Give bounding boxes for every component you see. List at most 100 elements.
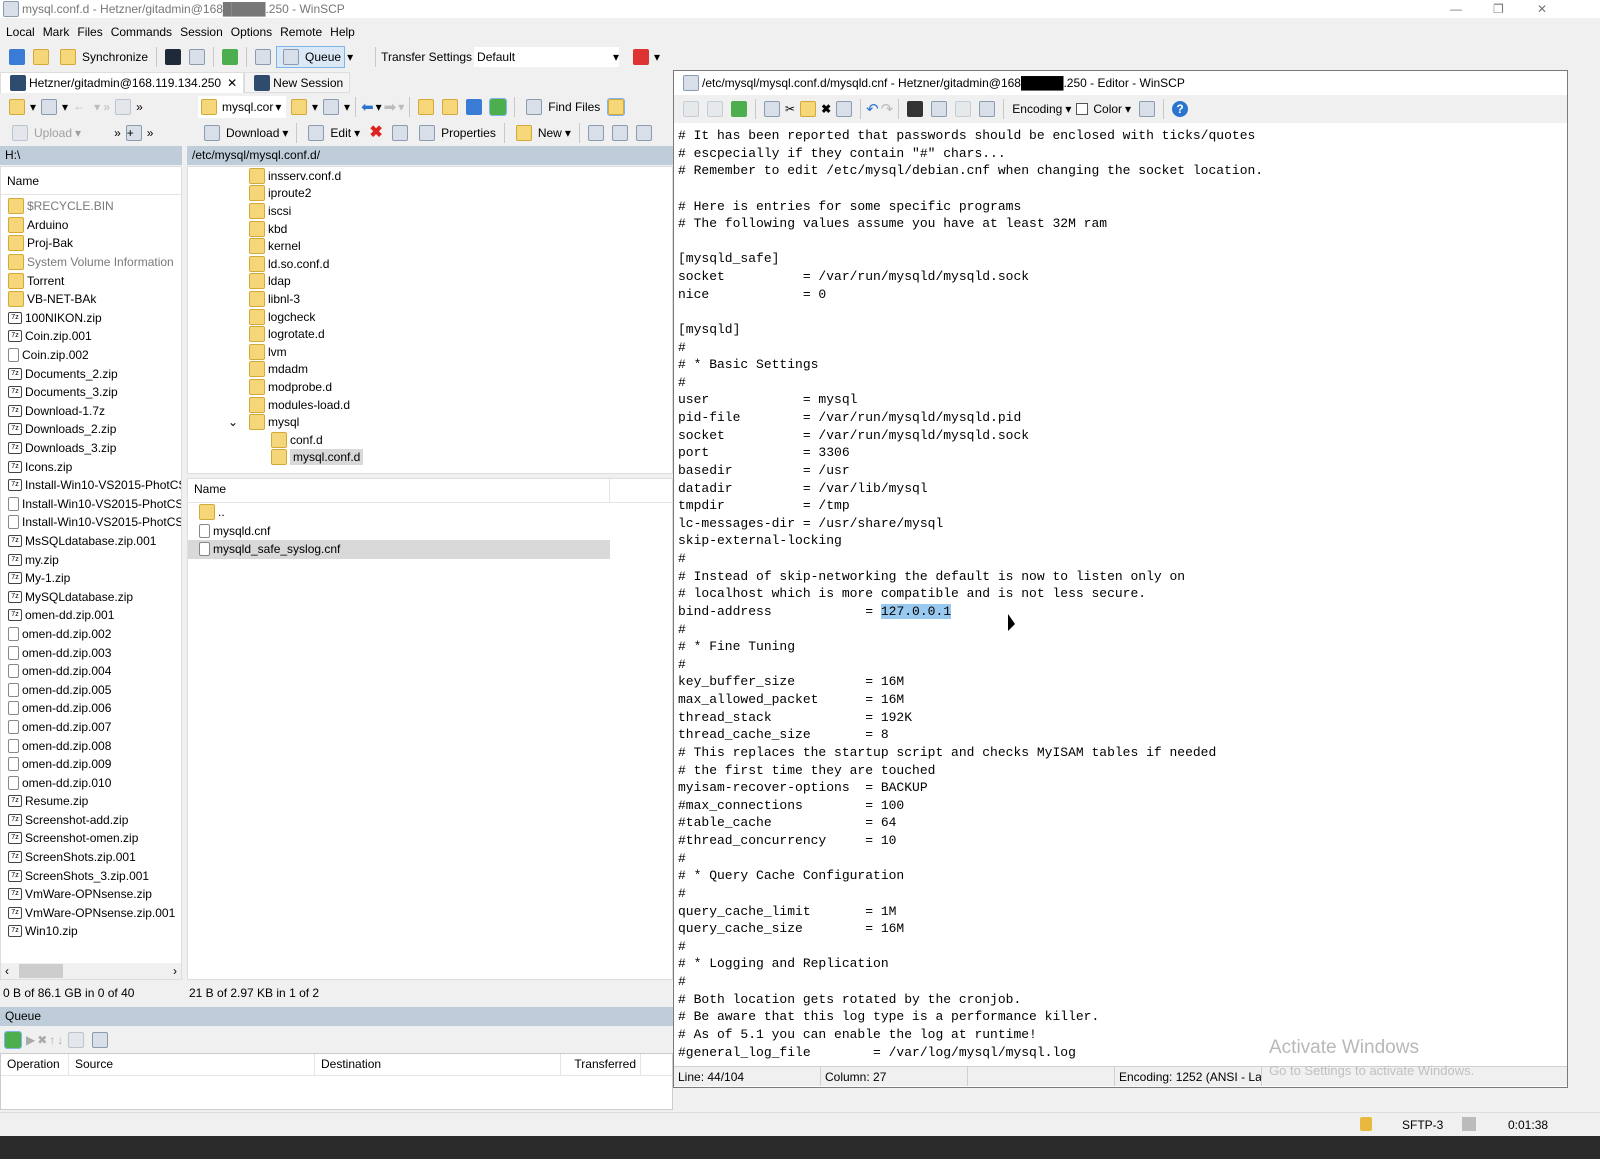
restore-button[interactable]: ❐ xyxy=(1493,2,1504,16)
close-button[interactable]: ✕ xyxy=(1537,2,1547,16)
forward-icon[interactable]: ➡ xyxy=(384,98,397,116)
find-next-icon[interactable] xyxy=(955,101,972,117)
tree-item[interactable]: modules-load.d xyxy=(188,396,672,414)
rename-icon[interactable] xyxy=(392,125,409,141)
back-icon[interactable]: ⬅ xyxy=(361,98,374,116)
root-directory-icon[interactable] xyxy=(442,99,459,115)
scroll-right-icon[interactable]: › xyxy=(173,964,177,978)
list-item[interactable]: 7z Documents_3.zip xyxy=(1,383,181,402)
new-button[interactable]: New ▾ xyxy=(510,122,574,144)
list-item[interactable]: 7z VmWare-OPNsense.zip xyxy=(1,885,181,904)
column-name[interactable]: Name xyxy=(1,171,181,194)
select-all-icon[interactable] xyxy=(836,101,853,117)
list-item[interactable]: 7z Win10.zip xyxy=(1,922,181,941)
chevron-down-icon[interactable]: ▾ xyxy=(654,50,660,64)
menu-mark[interactable]: Mark xyxy=(43,25,70,39)
back-icon[interactable]: ← xyxy=(73,99,89,115)
download-button[interactable]: Download ▾ xyxy=(198,122,291,144)
tree-item[interactable]: logrotate.d xyxy=(188,325,672,343)
menu-files[interactable]: Files xyxy=(77,25,102,39)
find-files-button[interactable]: Find Files xyxy=(520,96,603,118)
delete-icon[interactable]: ✖ xyxy=(37,1033,47,1047)
upload-button[interactable]: Upload ▾ xyxy=(6,122,84,144)
list-item[interactable]: omen-dd.zip.004 xyxy=(1,662,181,681)
find-icon[interactable] xyxy=(907,101,924,117)
list-item[interactable]: omen-dd.zip.006 xyxy=(1,699,181,718)
list-item[interactable]: 7z Icons.zip xyxy=(1,457,181,476)
list-item[interactable]: 7z omen-dd.zip.001 xyxy=(1,606,181,625)
delete-icon[interactable]: ✖ xyxy=(821,102,831,116)
properties-button[interactable]: Properties xyxy=(413,122,499,144)
chevron-down-icon[interactable]: ▾ xyxy=(347,50,353,64)
list-item[interactable]: 7z Download-1.7z xyxy=(1,402,181,421)
list-item[interactable]: Arduino xyxy=(1,216,181,235)
scroll-left-icon[interactable]: ‹ xyxy=(5,964,9,978)
menu-local[interactable]: Local xyxy=(6,25,35,39)
tree-item[interactable]: ldap xyxy=(188,273,672,291)
menu-remote[interactable]: Remote xyxy=(280,25,322,39)
tab-new-session[interactable]: New Session xyxy=(244,72,351,93)
synchronize-button[interactable]: Synchronize xyxy=(54,46,151,68)
synchronize-browsing-icon[interactable] xyxy=(33,49,49,65)
replace-icon[interactable] xyxy=(931,101,948,117)
list-item[interactable]: 7z My-1.zip xyxy=(1,569,181,588)
tree-item[interactable]: iproute2 xyxy=(188,185,672,203)
gear-icon[interactable] xyxy=(255,49,272,65)
transfer-settings-select[interactable]: Default ▾ xyxy=(474,47,620,67)
cut-icon[interactable]: ✂ xyxy=(785,102,795,116)
parent-directory-icon[interactable] xyxy=(418,99,435,115)
scrollbar-thumb[interactable] xyxy=(19,964,63,978)
menu-options[interactable]: Options xyxy=(231,25,272,39)
tree-toggle-icon[interactable] xyxy=(607,98,626,116)
list-item[interactable]: 7z Install-Win10-VS2015-PhotCS6 xyxy=(1,476,181,495)
filter-icon[interactable] xyxy=(323,99,340,115)
list-item[interactable]: mysqld_safe_syslog.cnf xyxy=(188,540,610,559)
goto-line-icon[interactable] xyxy=(979,101,996,117)
paste-icon[interactable] xyxy=(800,101,817,117)
list-item[interactable]: Coin.zip.002 xyxy=(1,346,181,365)
list-item[interactable]: 7z ScreenShots.zip.001 xyxy=(1,848,181,867)
filter-icon[interactable] xyxy=(41,99,58,115)
list-item[interactable]: .. xyxy=(188,503,610,522)
select-minus-icon[interactable] xyxy=(611,125,628,141)
delete-icon[interactable]: ✖ xyxy=(368,125,384,141)
list-item[interactable]: mysqld.cnf xyxy=(188,522,610,541)
tree-item[interactable]: mysql.conf.d xyxy=(188,449,672,467)
refresh-icon[interactable] xyxy=(222,49,239,65)
column-name[interactable]: Name xyxy=(188,479,610,502)
list-item[interactable]: System Volume Information xyxy=(1,253,181,272)
open-folder-icon[interactable] xyxy=(9,99,25,115)
compare-directories-icon[interactable] xyxy=(9,49,25,65)
list-item[interactable]: 7z Documents_2.zip xyxy=(1,364,181,383)
color-button[interactable]: Color ▾ xyxy=(1090,98,1134,120)
list-item[interactable]: omen-dd.zip.008 xyxy=(1,736,181,755)
save-icon[interactable] xyxy=(683,101,699,117)
editor-text-area[interactable]: # It has been reported that passwords sh… xyxy=(678,127,1263,1061)
list-item[interactable]: Install-Win10-VS2015-PhotCS6 xyxy=(1,495,181,514)
plus-icon[interactable]: + xyxy=(125,125,142,141)
gear-icon[interactable] xyxy=(1139,101,1156,117)
help-icon[interactable]: ? xyxy=(1172,101,1189,117)
tree-item[interactable]: kbd xyxy=(188,220,672,238)
tree-item[interactable]: insserv.conf.d xyxy=(188,167,672,185)
list-item[interactable]: 7z MySQLdatabase.zip xyxy=(1,587,181,606)
edit-button[interactable]: Edit ▾ xyxy=(302,122,363,144)
putty-icon[interactable] xyxy=(189,49,206,65)
column-source[interactable]: Source xyxy=(69,1054,315,1075)
list-item[interactable]: $RECYCLE.BIN xyxy=(1,197,181,216)
list-item[interactable]: Proj-Bak xyxy=(1,234,181,253)
list-item[interactable]: 7z Downloads_2.zip xyxy=(1,420,181,439)
color-checkbox[interactable] xyxy=(1076,103,1089,115)
queue-button[interactable]: Queue xyxy=(276,46,346,68)
list-item[interactable]: omen-dd.zip.010 xyxy=(1,773,181,792)
copy-icon[interactable] xyxy=(764,101,780,117)
list-item[interactable]: 7z Resume.zip xyxy=(1,792,181,811)
menu-help[interactable]: Help xyxy=(330,25,355,39)
list-item[interactable]: omen-dd.zip.002 xyxy=(1,625,181,644)
move-up-icon[interactable]: ↑ xyxy=(49,1033,55,1047)
tab-session[interactable]: Hetzner/gitadmin@168.119.134.250 ✕ xyxy=(0,72,245,93)
menu-session[interactable]: Session xyxy=(180,25,223,39)
undo-icon[interactable]: ↶ xyxy=(866,100,879,118)
refresh-icon[interactable] xyxy=(489,98,508,116)
list-item[interactable]: 7z Coin.zip.001 xyxy=(1,327,181,346)
